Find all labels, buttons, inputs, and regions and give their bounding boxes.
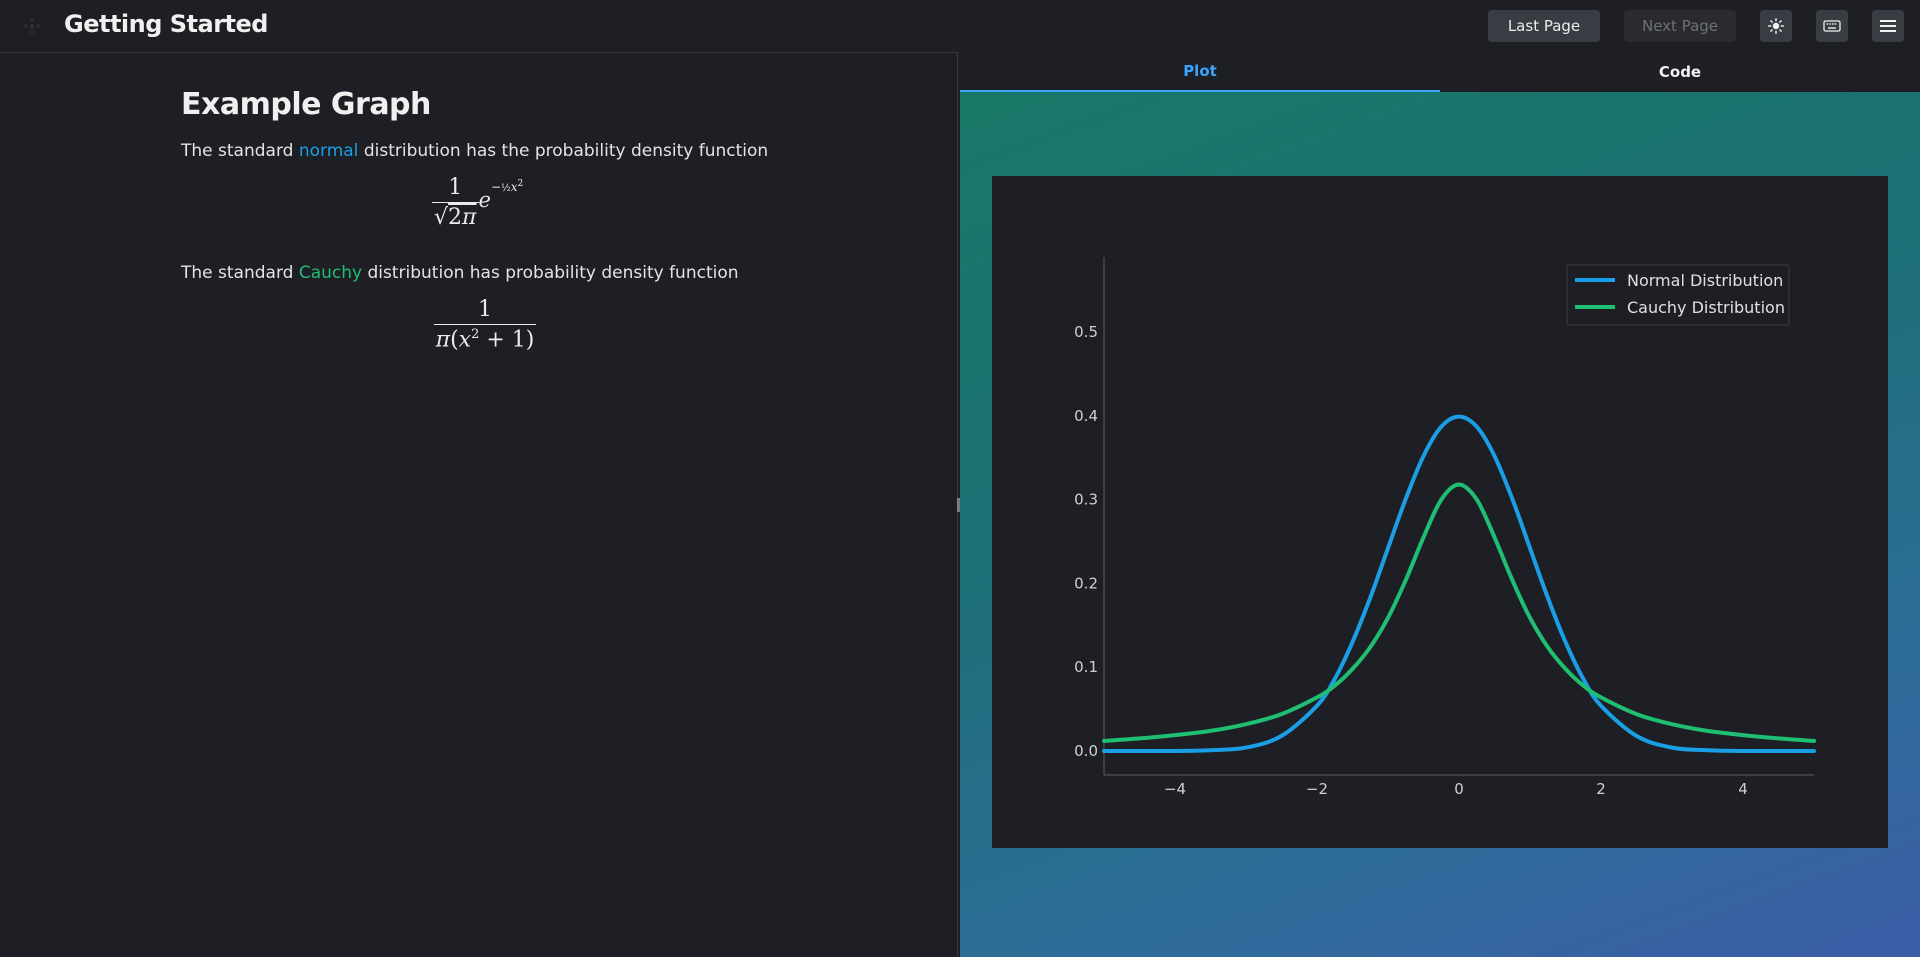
page-title: Example Graph xyxy=(181,87,431,122)
y-tick-label: 0.1 xyxy=(1074,658,1098,676)
y-tick-label: 0.3 xyxy=(1074,491,1098,509)
distribution-chart: 0.0 0.1 0.2 0.3 0.4 0.5 −4 −2 0 2 4 Normal Distribu… xyxy=(1074,257,1816,798)
normal-text-before: The standard xyxy=(181,141,299,161)
x-tick-label: 0 xyxy=(1454,780,1464,798)
x-tick-label: −2 xyxy=(1306,780,1328,798)
y-tick-label: 0.2 xyxy=(1074,574,1098,592)
menu-button[interactable] xyxy=(1872,10,1904,42)
last-page-button[interactable]: Last Page xyxy=(1488,10,1600,42)
y-tick-label: 0.4 xyxy=(1074,407,1098,425)
y-tick-label: 0.0 xyxy=(1074,742,1098,760)
plot-card: 0.0 0.1 0.2 0.3 0.4 0.5 −4 −2 0 2 4 Normal Distribu… xyxy=(992,176,1888,848)
tab-code[interactable]: Code xyxy=(1440,52,1920,92)
theme-toggle-button[interactable] xyxy=(1760,10,1792,42)
cauchy-text-after: distribution has probability density fun… xyxy=(362,263,739,283)
normal-paragraph: The standard normal distribution has the… xyxy=(181,141,768,161)
cauchy-paragraph: The standard Cauchy distribution has pro… xyxy=(181,263,739,283)
keyboard-icon xyxy=(1823,20,1841,32)
app-logo-icon xyxy=(24,18,40,34)
normal-link[interactable]: normal xyxy=(299,141,359,161)
next-page-button[interactable]: Next Page xyxy=(1624,10,1736,42)
cauchy-link[interactable]: Cauchy xyxy=(299,263,362,283)
hamburger-menu-icon xyxy=(1880,20,1896,32)
normal-distribution-line xyxy=(1102,414,1816,754)
cauchy-pdf-formula: 1 π(x2 + 1) xyxy=(433,297,537,353)
legend-label: Cauchy Distribution xyxy=(1627,298,1785,317)
plot-viewer: 0.0 0.1 0.2 0.3 0.4 0.5 −4 −2 0 2 4 Normal Distribu… xyxy=(960,92,1920,957)
x-tick-label: 2 xyxy=(1596,780,1606,798)
cauchy-distribution-line xyxy=(1102,482,1816,743)
view-tabs: Plot Code xyxy=(960,52,1920,92)
cauchy-text-before: The standard xyxy=(181,263,299,283)
tab-plot[interactable]: Plot xyxy=(960,52,1440,92)
normal-pdf-formula: 1 √2π e−½x2 xyxy=(432,175,524,230)
y-tick-label: 0.5 xyxy=(1074,323,1098,341)
sun-icon xyxy=(1768,18,1784,34)
normal-text-after: distribution has the probability density… xyxy=(358,141,769,161)
document-pane: Example Graph The standard normal distri… xyxy=(0,52,958,957)
x-tick-label: −4 xyxy=(1164,780,1186,798)
keyboard-shortcuts-button[interactable] xyxy=(1816,10,1848,42)
top-bar: Getting Started Last Page Next Page xyxy=(0,0,1920,52)
x-tick-label: 4 xyxy=(1738,780,1748,798)
legend-label: Normal Distribution xyxy=(1627,271,1783,290)
app-title: Getting Started xyxy=(64,10,269,38)
